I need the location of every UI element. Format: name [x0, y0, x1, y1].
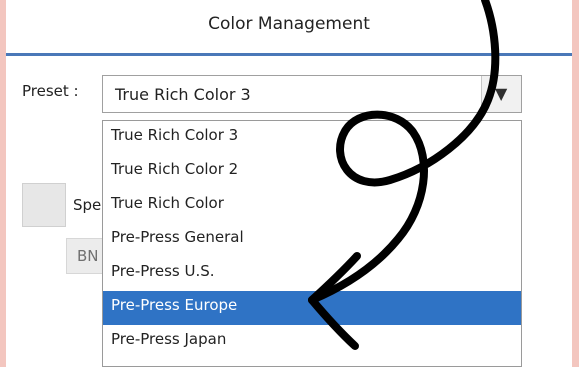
option-pre-press-us[interactable]: Pre-Press U.S. [103, 257, 521, 291]
option-label: Pre-Press General [111, 228, 244, 246]
preset-dropdown-list: True Rich Color 3 True Rich Color 2 True… [102, 120, 522, 367]
option-label: True Rich Color 2 [111, 160, 239, 178]
option-label: Pre-Press Japan [111, 330, 227, 348]
dialog-title: Color Management [208, 14, 370, 34]
option-true-rich-color[interactable]: True Rich Color [103, 189, 521, 223]
option-pre-press-general[interactable]: Pre-Press General [103, 223, 521, 257]
color-management-dialog: Color Management Preset : True Rich Colo… [6, 0, 572, 367]
special-checkbox[interactable] [22, 183, 66, 227]
title-bar: Color Management [6, 0, 572, 56]
option-true-rich-color-3[interactable]: True Rich Color 3 [103, 121, 521, 155]
option-true-rich-color-2[interactable]: True Rich Color 2 [103, 155, 521, 189]
preset-selected-value: True Rich Color 3 [115, 85, 251, 104]
preset-label: Preset : [22, 82, 79, 100]
option-label: True Rich Color 3 [111, 126, 239, 144]
option-pre-press-europe[interactable]: Pre-Press Europe [103, 291, 521, 325]
option-label: Pre-Press Europe [111, 296, 238, 314]
chevron-down-icon: ▼ [495, 84, 508, 103]
option-pre-press-japan[interactable]: Pre-Press Japan [103, 325, 521, 359]
dropdown-arrow-button[interactable]: ▼ [481, 76, 521, 112]
option-label: True Rich Color [111, 194, 224, 212]
bn-button-label: BN [77, 247, 99, 265]
option-label: Pre-Press U.S. [111, 262, 215, 280]
preset-select[interactable]: True Rich Color 3 ▼ [102, 75, 522, 113]
special-label: Spe [73, 196, 102, 214]
